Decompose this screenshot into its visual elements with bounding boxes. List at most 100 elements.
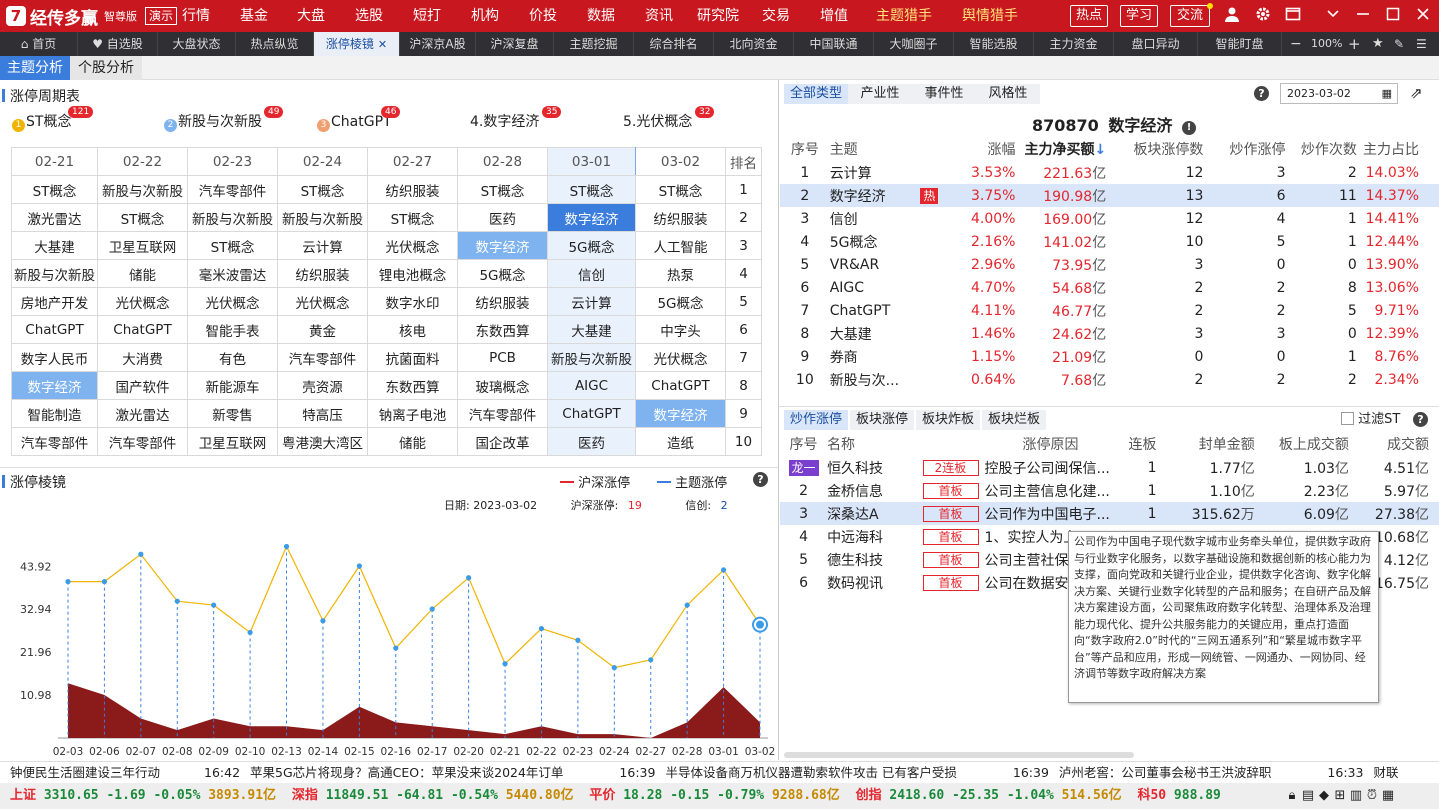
filter-all[interactable]: 全部类型 bbox=[784, 84, 848, 104]
zoom-in-icon[interactable]: + bbox=[1348, 32, 1361, 56]
subtab-stock-analysis[interactable]: 个股分析 bbox=[70, 56, 142, 80]
theme-cell[interactable]: 壳资源 bbox=[277, 371, 368, 400]
theme-cell[interactable]: 大消费 bbox=[97, 343, 188, 372]
theme-cell[interactable]: 热泵 bbox=[635, 259, 726, 288]
tab-limit-prism[interactable]: 涨停棱镜 ✕ bbox=[314, 32, 400, 56]
col-consecutive[interactable]: 连板 bbox=[1122, 432, 1157, 456]
theme-cell[interactable]: ST概念 bbox=[367, 203, 458, 232]
theme-cell[interactable]: 新股与次新股 bbox=[187, 203, 278, 232]
theme-cell[interactable]: ST概念 bbox=[547, 175, 636, 204]
col-change[interactable]: 涨幅 bbox=[953, 137, 1015, 161]
date-header[interactable]: 03-02 bbox=[635, 147, 726, 176]
date-header[interactable]: 02-28 bbox=[457, 147, 548, 176]
theme-cell[interactable]: 玻璃概念 bbox=[457, 371, 548, 400]
theme-row[interactable]: 5 VR&AR 2.96% 73.95亿 3 0 0 13.90% bbox=[780, 253, 1439, 276]
help-icon[interactable]: ? bbox=[753, 472, 768, 487]
settings-gear-icon[interactable] bbox=[1253, 6, 1273, 26]
theme-cell[interactable]: 光伏概念 bbox=[635, 343, 726, 372]
legend-rank-3[interactable]: 3 ChatGPT 46 bbox=[317, 106, 401, 132]
col-main-ratio[interactable]: 主力占比 bbox=[1357, 137, 1439, 161]
chart-icon[interactable]: ⊞ bbox=[1332, 783, 1348, 809]
theme-cell[interactable]: 纺织服装 bbox=[367, 175, 458, 204]
legend-rank-2[interactable]: 2 新股与次新股 49 bbox=[164, 106, 284, 132]
theme-cell[interactable]: 储能 bbox=[367, 427, 458, 456]
date-header[interactable]: 02-21 bbox=[11, 147, 98, 176]
theme-cell[interactable]: PCB bbox=[457, 343, 548, 372]
theme-cell[interactable]: 数字经济 bbox=[547, 203, 636, 232]
theme-cell[interactable]: 数字人民币 bbox=[11, 343, 98, 372]
filter-style[interactable]: 风格性 bbox=[976, 84, 1040, 104]
tab-a-shares[interactable]: 沪深京A股 bbox=[400, 32, 476, 56]
news-item[interactable]: 钟便民生活圈建设三年行动 bbox=[10, 765, 160, 780]
theme-cell[interactable]: ChatGPT bbox=[11, 315, 98, 344]
learn-button[interactable]: 学习 bbox=[1120, 5, 1158, 27]
theme-cell[interactable]: 卫星互联网 bbox=[187, 427, 278, 456]
theme-cell[interactable]: 新股与次新股 bbox=[11, 259, 98, 288]
theme-cell[interactable]: 造纸 bbox=[635, 427, 726, 456]
nav-trade[interactable]: 交易 bbox=[750, 0, 802, 32]
theme-cell[interactable]: 国产软件 bbox=[97, 371, 188, 400]
filter-st-toggle[interactable]: 过滤ST bbox=[1341, 412, 1400, 428]
theme-cell[interactable]: 核电 bbox=[367, 315, 458, 344]
tab-northbound[interactable]: 北向资金 bbox=[714, 32, 794, 56]
stock-name-cell[interactable]: 中远海科 bbox=[827, 525, 911, 548]
theme-cell[interactable]: 汽车零部件 bbox=[187, 175, 278, 204]
date-picker[interactable]: 2023-03-02 ▦ bbox=[1280, 83, 1398, 104]
nav-funds[interactable]: 基金 bbox=[228, 0, 280, 32]
col-seal-amount[interactable]: 封单金额 bbox=[1157, 432, 1255, 456]
nav-stock-picking[interactable]: 选股 bbox=[343, 0, 395, 32]
theme-cell[interactable]: 抗菌面料 bbox=[367, 343, 458, 372]
theme-cell[interactable]: 中字头 bbox=[635, 315, 726, 344]
legend-theme-limit[interactable]: 主题涨停 bbox=[657, 472, 727, 491]
limit-prism-chart[interactable]: 43.92 32.94 21.96 10.98 02-03 02-06 02-07 02-08… bbox=[0, 515, 778, 760]
checkbox[interactable] bbox=[1341, 412, 1354, 425]
theme-row[interactable]: 6 AIGC 4.70% 54.68亿 2 2 8 13.06% bbox=[780, 276, 1439, 299]
filter-industry[interactable]: 产业性 bbox=[848, 84, 912, 104]
tab-china-unicom[interactable]: 中国联通 bbox=[794, 32, 874, 56]
theme-row[interactable]: 9 券商 1.15% 21.09亿 0 0 1 8.76% bbox=[780, 345, 1439, 368]
nav-short[interactable]: 短打 bbox=[401, 0, 453, 32]
theme-cell[interactable]: 房地产开发 bbox=[11, 287, 98, 316]
nav-value-added[interactable]: 增值 bbox=[808, 0, 860, 32]
legend-market-limit[interactable]: 沪深涨停 bbox=[560, 472, 630, 491]
theme-cell[interactable]: 数字水印 bbox=[367, 287, 458, 316]
legend-rank-1[interactable]: 1 ST概念 121 bbox=[12, 106, 94, 132]
horizontal-scrollbar[interactable] bbox=[784, 752, 1134, 758]
theme-cell[interactable]: ChatGPT bbox=[547, 399, 636, 428]
stock-row[interactable]: 龙一 恒久科技 2连板 控股子公司闽保信... 1 1.77亿 1.03亿 4.51亿 bbox=[780, 456, 1439, 479]
theme-cell[interactable]: 东数西算 bbox=[367, 371, 458, 400]
nav-data[interactable]: 数据 bbox=[575, 0, 627, 32]
theme-cell[interactable]: 激光雷达 bbox=[97, 399, 188, 428]
tab-hype-limit[interactable]: 炒作涨停 bbox=[784, 410, 848, 430]
calendar-icon[interactable]: ▦ bbox=[1382, 84, 1392, 103]
nav-quotes[interactable]: 行情 bbox=[170, 0, 222, 32]
theme-cell[interactable]: 新股与次新股 bbox=[277, 203, 368, 232]
export-icon[interactable]: ⇗ bbox=[1410, 84, 1423, 102]
filter-event[interactable]: 事件性 bbox=[912, 84, 976, 104]
theme-cell[interactable]: 智能制造 bbox=[11, 399, 98, 428]
tab-market-status[interactable]: 大盘状态 bbox=[158, 32, 236, 56]
nav-value[interactable]: 价投 bbox=[517, 0, 569, 32]
nav-news[interactable]: 资讯 bbox=[633, 0, 685, 32]
grid-icon[interactable]: ▦ bbox=[1380, 783, 1396, 809]
theme-cell[interactable]: 5G概念 bbox=[635, 287, 726, 316]
close-tab-icon[interactable]: ✕ bbox=[378, 38, 387, 51]
theme-cell[interactable]: 纺织服装 bbox=[635, 203, 726, 232]
reason-cell[interactable]: 公司主营信息化建... bbox=[979, 479, 1122, 502]
theme-cell[interactable]: 数字经济 bbox=[457, 231, 548, 260]
stock-row[interactable]: 2 金桥信息 首板 公司主营信息化建... 1 1.10亿 2.23亿 5.97亿 bbox=[780, 479, 1439, 502]
bar-chart-icon[interactable]: ▥ bbox=[1348, 783, 1364, 809]
col-net-buy[interactable]: 主力净买额↓ bbox=[1015, 137, 1106, 161]
theme-row[interactable]: 1 云计算 3.53% 221.63亿 12 3 2 14.03% bbox=[780, 161, 1439, 184]
subtab-theme-analysis[interactable]: 主题分析 bbox=[0, 56, 70, 80]
date-header[interactable]: 03-01 bbox=[547, 147, 636, 176]
tab-theme-mining[interactable]: 主题挖掘 bbox=[554, 32, 634, 56]
theme-cell[interactable]: ST概念 bbox=[277, 175, 368, 204]
theme-row[interactable]: 8 大基建 1.46% 24.62亿 3 3 0 12.39% bbox=[780, 322, 1439, 345]
theme-cell[interactable]: 医药 bbox=[457, 203, 548, 232]
theme-cell[interactable]: 智能手表 bbox=[187, 315, 278, 344]
theme-row[interactable]: 7 ChatGPT 4.11% 46.77亿 2 2 5 9.71% bbox=[780, 299, 1439, 322]
hot-button[interactable]: 热点 bbox=[1070, 5, 1108, 27]
stock-name-cell[interactable]: 德生科技 bbox=[827, 548, 911, 571]
theme-cell[interactable]: 汽车零部件 bbox=[277, 343, 368, 372]
